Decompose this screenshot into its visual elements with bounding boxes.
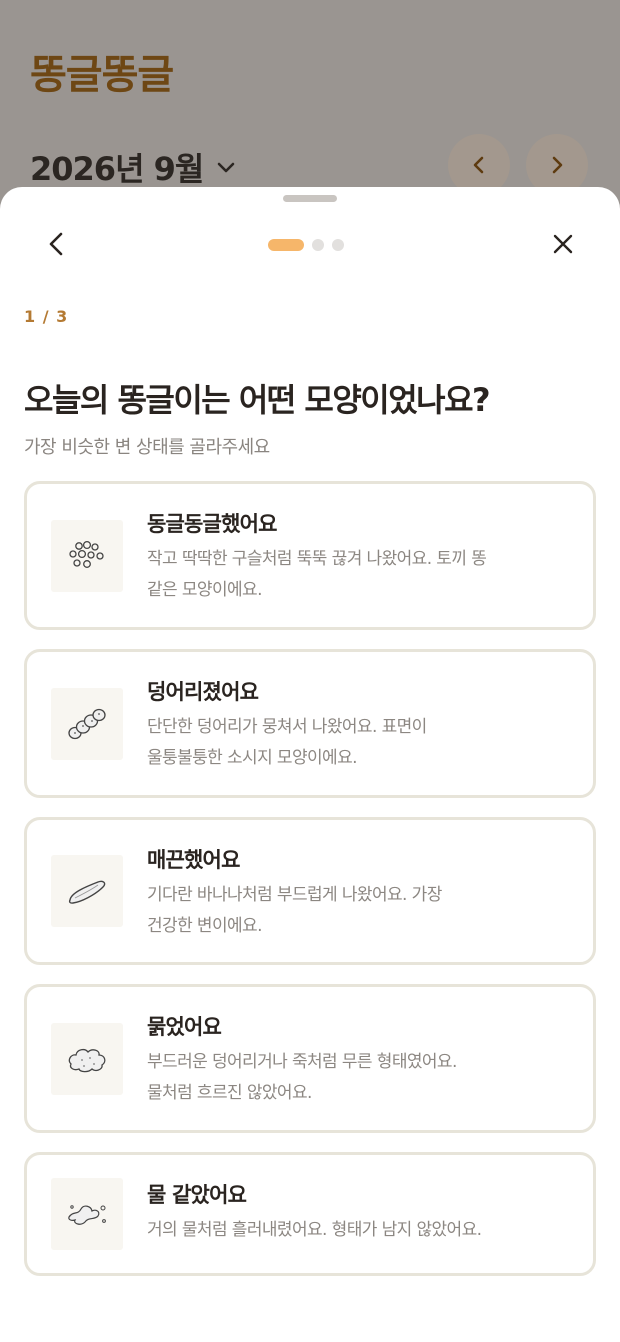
pellets-icon: [69, 540, 104, 568]
option-title: 덩어리졌어요: [147, 680, 259, 704]
option-title: 동글동글했어요: [147, 512, 277, 536]
option-description-line: 부드러운 덩어리거나 죽처럼 무른 형태였어요.: [147, 1052, 457, 1072]
option-description: 거의 물처럼 흘러내렸어요. 형태가 남지 않았어요.: [147, 1215, 577, 1246]
chevron-left-icon: [49, 232, 63, 256]
progress-dot-active: [268, 239, 304, 251]
option-title: 물 같았어요: [147, 1183, 247, 1207]
chevron-down-icon: [218, 162, 235, 173]
option-description-line: 단단한 덩어리가 뭉쳐서 나왔어요. 표면이: [147, 717, 427, 737]
chevron-left-icon: [473, 156, 484, 174]
option-card-mushy[interactable]: 묽었어요 부드러운 덩어리거나 죽처럼 무른 형태였어요. 물처럼 흐르진 않았…: [24, 984, 596, 1133]
close-icon: [553, 234, 573, 254]
option-card-lumpy[interactable]: 덩어리졌어요 단단한 덩어리가 뭉쳐서 나왔어요. 표면이 울퉁불퉁한 소시지 …: [24, 649, 596, 798]
sheet-grabber[interactable]: [283, 195, 337, 202]
progress-dot: [332, 239, 344, 251]
question-subtitle: 가장 비슷한 변 상태를 골라주세요: [24, 437, 270, 458]
option-title: 묽었어요: [147, 1015, 222, 1039]
bottom-sheet: 1 / 3 오늘의 똥글이는 어떤 모양이었나요? 가장 비슷한 변 상태를 골…: [0, 187, 620, 1342]
option-description-line: 거의 물처럼 흘러내렸어요. 형태가 남지 않았어요.: [147, 1220, 482, 1240]
lumpy-sausage-icon: [68, 708, 106, 740]
option-card-pellets[interactable]: 동글동글했어요 작고 딱딱한 구슬처럼 뚝뚝 끊겨 나왔어요. 토끼 똥 같은 …: [24, 481, 596, 630]
option-description-line: 물처럼 흐르진 않았어요.: [147, 1083, 312, 1103]
option-description-line: 울퉁불퉁한 소시지 모양이에요.: [147, 748, 358, 768]
close-button[interactable]: [546, 227, 580, 261]
option-image: [51, 855, 123, 927]
option-image: [51, 520, 123, 592]
option-image: [51, 1023, 123, 1095]
option-title: 매끈했어요: [147, 848, 240, 872]
option-description-line: 기다란 바나나처럼 부드럽게 나왔어요. 가장: [147, 885, 442, 905]
option-description: 작고 딱딱한 구슬처럼 뚝뚝 끊겨 나왔어요. 토끼 똥 같은 모양이에요.: [147, 544, 547, 606]
option-description: 부드러운 덩어리거나 죽처럼 무른 형태였어요. 물처럼 흐르진 않았어요.: [147, 1047, 547, 1109]
app-title: 똥글똥글: [30, 52, 174, 98]
option-card-watery[interactable]: 물 같았어요 거의 물처럼 흘러내렸어요. 형태가 남지 않았어요.: [24, 1152, 596, 1276]
smooth-banana-icon: [68, 880, 106, 904]
back-button[interactable]: [40, 227, 74, 261]
watery-splash-icon: [68, 1205, 106, 1225]
option-image: [51, 688, 123, 760]
question-title: 오늘의 똥글이는 어떤 모양이었나요?: [24, 381, 491, 419]
progress-dot: [312, 239, 324, 251]
chevron-right-icon: [552, 156, 563, 174]
month-selector[interactable]: 2026년 9월: [30, 144, 237, 190]
month-label: 2026년 9월: [30, 150, 204, 188]
option-card-smooth[interactable]: 매끈했어요 기다란 바나나처럼 부드럽게 나왔어요. 가장 건강한 변이에요.: [24, 817, 596, 965]
option-image: [51, 1178, 123, 1250]
option-description: 단단한 덩어리가 뭉쳐서 나왔어요. 표면이 울퉁불퉁한 소시지 모양이에요.: [147, 712, 547, 774]
progress-dots: [268, 239, 344, 251]
option-description-line: 작고 딱딱한 구슬처럼 뚝뚝 끊겨 나왔어요. 토끼 똥: [147, 549, 487, 569]
option-description-line: 같은 모양이에요.: [147, 580, 262, 600]
option-description: 기다란 바나나처럼 부드럽게 나왔어요. 가장 건강한 변이에요.: [147, 880, 547, 942]
mushy-blob-icon: [68, 1048, 106, 1073]
step-indicator: 1 / 3: [24, 307, 69, 326]
option-description-line: 건강한 변이에요.: [147, 916, 262, 936]
